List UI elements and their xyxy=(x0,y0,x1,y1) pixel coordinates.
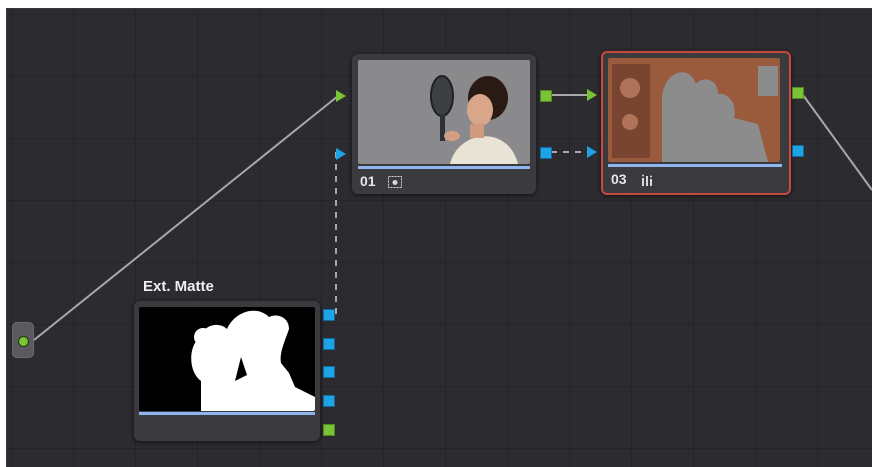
node-03-number: 03 xyxy=(611,171,627,187)
ext-matte-node[interactable] xyxy=(134,301,320,441)
ext-matte-thumbnail xyxy=(139,307,315,411)
ext-matte-output-1[interactable] xyxy=(323,309,335,321)
node-01-key-output[interactable] xyxy=(540,147,552,159)
node-03-bar xyxy=(608,164,782,167)
ext-matte-bar xyxy=(139,412,315,415)
node-03[interactable]: 03 xyxy=(601,51,791,195)
node-01-rgb-output[interactable] xyxy=(540,90,552,102)
node-01-bar xyxy=(358,166,530,169)
node-01[interactable]: 01 xyxy=(352,54,536,194)
node-03-thumbnail xyxy=(608,58,780,162)
ext-matte-label: Ext. Matte xyxy=(143,278,214,295)
wire-node03-output xyxy=(802,94,872,191)
ext-matte-output-5[interactable] xyxy=(323,424,335,436)
ext-matte-output-2[interactable] xyxy=(323,338,335,350)
source-input[interactable] xyxy=(12,322,34,358)
node-03-rgb-output[interactable] xyxy=(792,87,804,99)
node-01-number: 01 xyxy=(360,173,376,189)
node-01-rgb-input[interactable] xyxy=(336,90,346,102)
ext-matte-output-4[interactable] xyxy=(323,395,335,407)
node-01-key-input[interactable] xyxy=(336,148,346,160)
node-cache-icon xyxy=(388,175,402,188)
node-03-key-input[interactable] xyxy=(587,146,597,158)
node-03-key-output[interactable] xyxy=(792,145,804,157)
ext-matte-output-3[interactable] xyxy=(323,366,335,378)
parade-icon xyxy=(641,173,655,186)
source-input-icon xyxy=(18,336,29,347)
node-01-thumbnail xyxy=(358,60,530,164)
node-03-rgb-input[interactable] xyxy=(587,89,597,101)
